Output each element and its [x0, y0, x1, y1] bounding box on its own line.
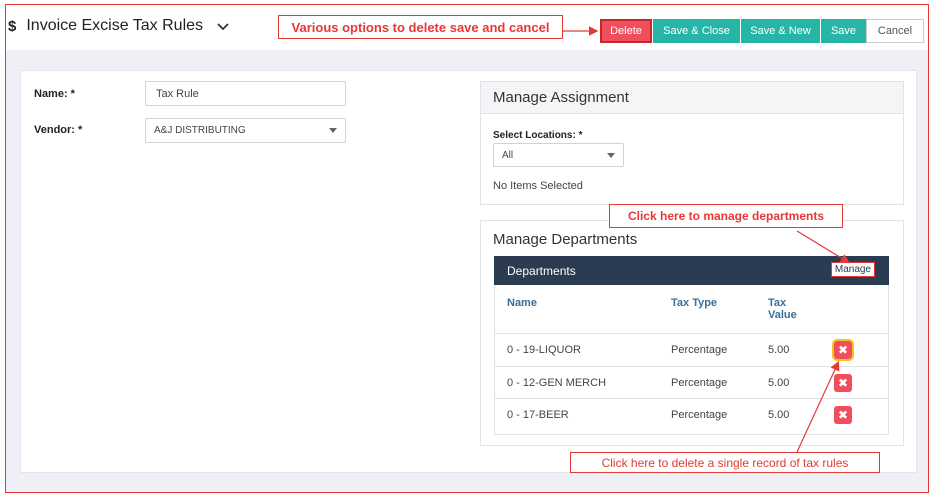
outer-highlight-frame	[5, 4, 929, 493]
